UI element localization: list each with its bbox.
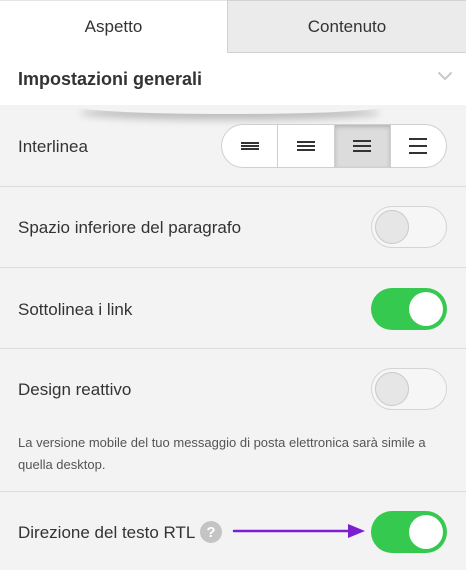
rtl-direction-toggle[interactable]	[371, 511, 447, 553]
toggle-knob	[375, 210, 409, 244]
paragraph-spacing-toggle[interactable]	[371, 206, 447, 248]
line-height-option-2[interactable]	[278, 125, 335, 167]
line-height-label: Interlinea	[18, 137, 88, 156]
paragraph-spacing-label: Spazio inferiore del paragrafo	[18, 218, 242, 237]
toggle-knob	[409, 515, 443, 549]
line-height-option-1[interactable]	[222, 125, 279, 167]
tab-bar: Aspetto Contenuto	[0, 0, 466, 53]
toggle-knob	[375, 372, 409, 406]
help-icon[interactable]: ?	[200, 521, 222, 543]
rtl-direction-label: Direzione del testo RTL	[18, 523, 196, 542]
section-title: Impostazioni generali	[18, 68, 203, 89]
arrow-annotation-icon	[232, 524, 365, 538]
section-header[interactable]: Impostazioni generali	[0, 53, 466, 105]
underline-links-label: Sottolinea i link	[18, 300, 133, 319]
tab-aspetto[interactable]: Aspetto	[0, 0, 227, 53]
underline-links-toggle[interactable]	[371, 288, 447, 330]
line-height-medium-icon	[353, 140, 372, 152]
line-height-normal-icon	[296, 141, 315, 151]
tab-contenuto[interactable]: Contenuto	[227, 0, 466, 53]
line-height-option-3[interactable]	[334, 125, 391, 167]
line-height-selector[interactable]	[221, 124, 447, 168]
line-height-option-4[interactable]	[391, 125, 446, 167]
responsive-design-label: Design reattivo	[18, 380, 132, 399]
settings-panel: Aspetto Contenuto Impostazioni generali …	[0, 0, 466, 570]
responsive-design-description: La versione mobile del tuo messaggio di …	[18, 435, 426, 472]
chevron-down-icon[interactable]	[436, 67, 454, 85]
toggle-knob	[409, 292, 443, 326]
line-height-loose-icon	[409, 138, 428, 154]
responsive-design-toggle[interactable]	[371, 368, 447, 410]
line-height-tight-icon	[240, 142, 259, 150]
